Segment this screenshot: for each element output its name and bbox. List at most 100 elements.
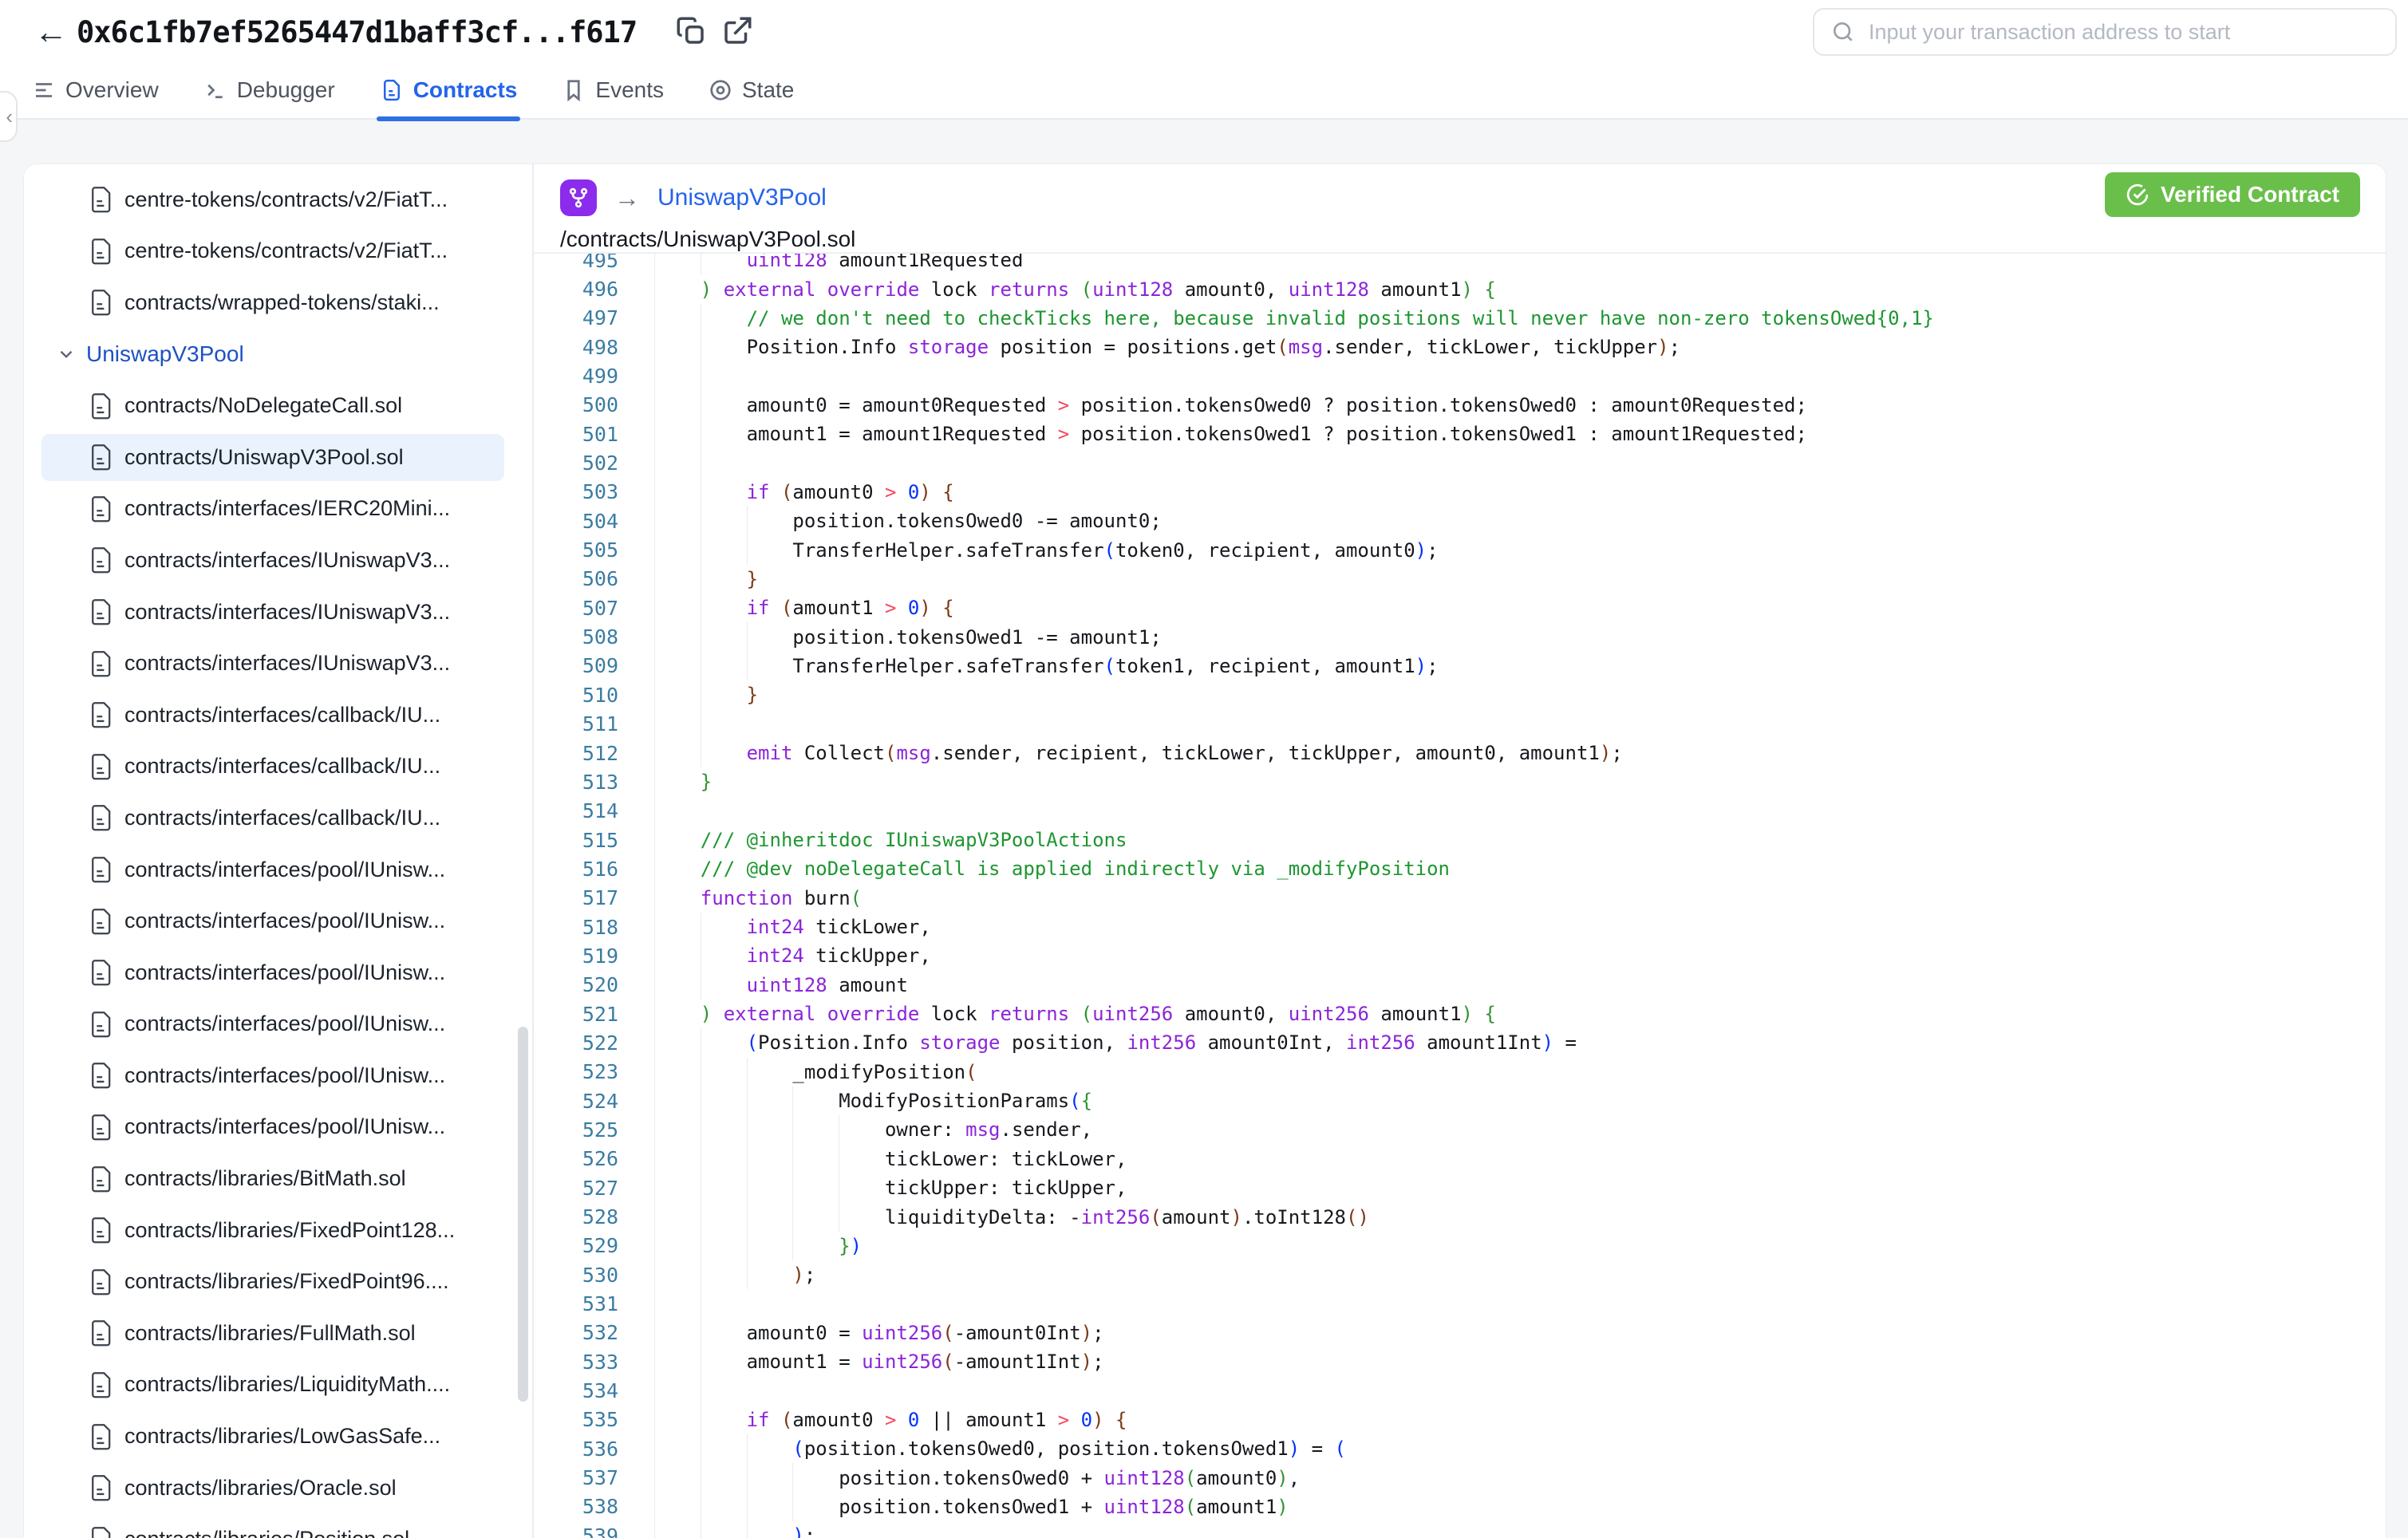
code-text (654, 797, 701, 826)
line-number: 501 (582, 422, 618, 446)
file-label: contracts/libraries/FixedPoint128... (124, 1217, 456, 1242)
tree-file-item[interactable]: contracts/libraries/Position.sol (24, 1513, 532, 1538)
code-line: 497 // we don't need to checkTicks here, … (534, 304, 2386, 333)
app-window: ← 0x6c1fb7ef5265447d1baff3cf...f617 Over… (0, 0, 2408, 1538)
tree-file-item[interactable]: contracts/NoDelegateCall.sol (24, 380, 532, 432)
back-button[interactable]: ← (30, 11, 72, 53)
code-line: 502 (534, 448, 2386, 477)
line-number: 518 (582, 915, 618, 939)
code-line: 529}) (534, 1232, 2386, 1260)
tree-file-item[interactable]: contracts/interfaces/callback/IU... (24, 689, 532, 741)
tree-file-item[interactable]: contracts/interfaces/callback/IU... (24, 792, 532, 844)
indent-guide (701, 1086, 747, 1115)
code-text: ModifyPositionParams({ (654, 1086, 1092, 1115)
tree-file-item[interactable]: centre-tokens/contracts/v2/FiatT... (24, 226, 532, 278)
tree-file-item[interactable]: contracts/interfaces/pool/IUnisw... (24, 844, 532, 896)
indent-guide (701, 420, 747, 448)
tab-state[interactable]: State (709, 67, 794, 120)
indent-guide (701, 971, 747, 1000)
indent-guide (701, 304, 747, 333)
indent-guide (747, 1173, 793, 1202)
tree-file-item[interactable]: contracts/interfaces/pool/IUnisw... (24, 1050, 532, 1102)
file-icon (89, 392, 113, 420)
line-number: 533 (582, 1350, 618, 1374)
code-text: position.tokensOwed0 + uint128(amount0), (654, 1463, 1300, 1492)
tree-file-item[interactable]: contracts/libraries/LiquidityMath.... (24, 1359, 532, 1411)
code-text: emit Collect(msg .sender, recipient, tick… (654, 739, 1623, 767)
indent-guide (701, 391, 747, 420)
external-link-icon[interactable] (720, 14, 754, 48)
line-number: 519 (582, 944, 618, 968)
tree-file-item[interactable]: contracts/interfaces/pool/IUnisw... (24, 1102, 532, 1154)
tree-file-item[interactable]: contracts/wrapped-tokens/staki... (24, 277, 532, 329)
tree-file-item[interactable]: contracts/libraries/FixedPoint128... (24, 1205, 532, 1256)
code-text: int24 tickLower, (654, 913, 931, 941)
file-label: contracts/libraries/FullMath.sol (124, 1320, 416, 1345)
tab-label: State (742, 77, 795, 102)
indent-guide (654, 565, 701, 594)
code-line: 498 Position.Info storage position = posi… (534, 333, 2386, 361)
code-text (654, 448, 747, 477)
file-icon (89, 1526, 113, 1538)
indent-guide (701, 478, 747, 507)
code-text: if (amount0 > 0 || amount1 > 0) { (654, 1406, 1127, 1434)
sidebar-collapse-handle[interactable]: ‹ (0, 91, 18, 142)
code-text: uint128 amount (654, 971, 908, 1000)
line-number: 513 (582, 770, 618, 794)
tree-file-item[interactable]: contracts/interfaces/IUniswapV3... (24, 534, 532, 586)
file-icon (89, 289, 113, 316)
search-box[interactable] (1813, 8, 2397, 56)
tab-debugger[interactable]: Debugger (203, 67, 335, 120)
indent-guide (701, 1521, 747, 1538)
tree-file-item[interactable]: contracts/libraries/FixedPoint96.... (24, 1256, 532, 1307)
code-text: position.tokensOwed0 -= amount0; (654, 507, 1161, 535)
verified-contract-label: Verified Contract (2160, 182, 2339, 207)
list-icon (32, 78, 56, 102)
code-text: Position.Info storage position = positio… (654, 333, 1680, 361)
tree-file-item[interactable]: contracts/interfaces/pool/IUnisw... (24, 947, 532, 999)
tree-file-item[interactable]: centre-tokens/contracts/v2/FiatT... (24, 174, 532, 226)
file-label: contracts/interfaces/IUniswapV3... (124, 599, 451, 624)
sidebar-scrollbar-thumb[interactable] (518, 1027, 528, 1402)
line-number: 539 (582, 1524, 618, 1538)
indent-guide (654, 739, 701, 767)
tree-file-item[interactable]: contracts/interfaces/IERC20Mini... (24, 483, 532, 535)
line-number: 531 (582, 1292, 618, 1316)
line-number: 511 (582, 712, 618, 736)
tree-file-item[interactable]: contracts/UniswapV3Pool.sol (24, 432, 532, 483)
indent-guide (747, 1493, 793, 1521)
tab-events[interactable]: Events (562, 67, 664, 120)
code-viewer[interactable]: 495 uint128 amount1Requested 496) external… (534, 252, 2386, 1538)
tree-file-item[interactable]: contracts/libraries/Oracle.sol (24, 1462, 532, 1514)
file-icon (89, 1114, 113, 1141)
indent-guide (654, 1463, 701, 1492)
tree-file-item[interactable]: contracts/interfaces/pool/IUnisw... (24, 895, 532, 947)
tree-group-item[interactable]: UniswapV3Pool (24, 329, 532, 381)
file-label: contracts/interfaces/IUniswapV3... (124, 547, 451, 572)
tree-file-item[interactable]: contracts/interfaces/IUniswapV3... (24, 586, 532, 638)
line-number: 508 (582, 625, 618, 649)
tree-file-item[interactable]: contracts/libraries/LowGasSafe... (24, 1410, 532, 1462)
tab-contracts[interactable]: Contracts (376, 67, 521, 121)
tree-file-item[interactable]: contracts/interfaces/IUniswapV3... (24, 637, 532, 689)
tab-bar: Overview Debugger Contracts Events State (32, 67, 794, 121)
indent-guide (701, 1347, 747, 1376)
file-icon (89, 495, 113, 523)
tree-file-item[interactable]: contracts/interfaces/callback/IU... (24, 741, 532, 793)
tree-file-item[interactable]: contracts/interfaces/pool/IUnisw... (24, 999, 532, 1051)
indent-guide (654, 478, 701, 507)
code-line: 518 int24 tickLower, (534, 913, 2386, 941)
copy-icon[interactable] (674, 14, 708, 48)
code-line: 530); (534, 1260, 2386, 1289)
code-text: int24 tickUpper, (654, 941, 931, 970)
search-input[interactable] (1869, 19, 2379, 45)
verified-contract-badge: Verified Contract (2104, 172, 2360, 217)
tab-overview[interactable]: Overview (32, 67, 159, 120)
tree-file-item[interactable]: contracts/libraries/BitMath.sol (24, 1153, 532, 1205)
contract-name-link[interactable]: UniswapV3Pool (657, 184, 827, 211)
indent-guide (701, 941, 747, 970)
tree-file-item[interactable]: contracts/libraries/FullMath.sol (24, 1307, 532, 1359)
bookmark-icon (562, 78, 586, 102)
indent-guide (654, 1493, 701, 1521)
file-label: contracts/interfaces/pool/IUnisw... (124, 857, 446, 881)
